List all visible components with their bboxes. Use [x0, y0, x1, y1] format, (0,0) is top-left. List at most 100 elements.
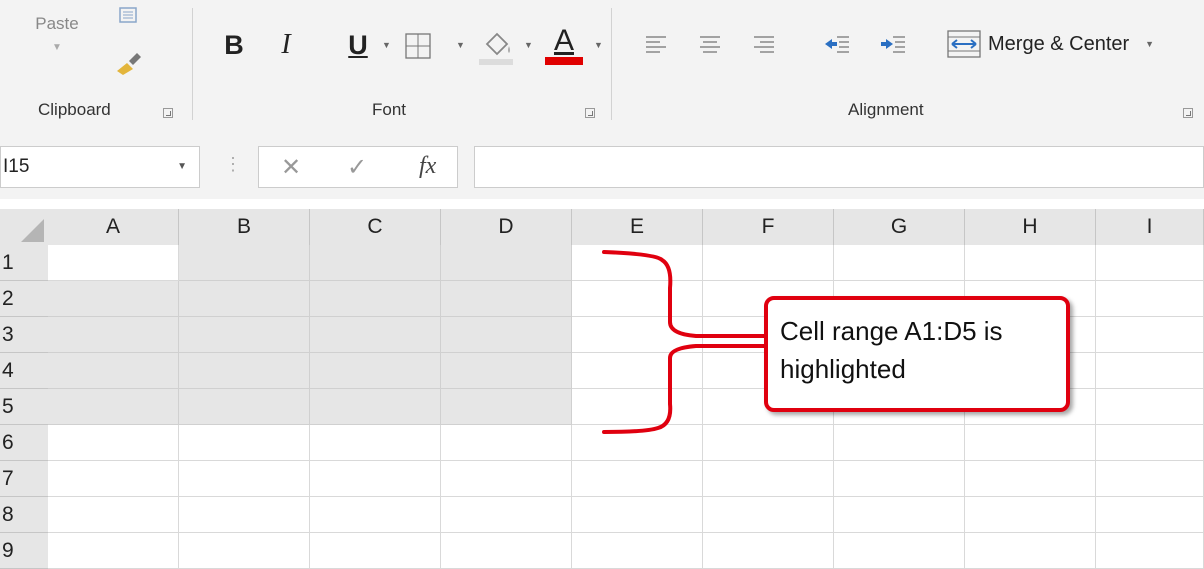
cell-c9[interactable] — [310, 533, 441, 569]
cell-c4[interactable] — [310, 353, 441, 389]
cell-d3[interactable] — [441, 317, 572, 353]
chevron-down-icon[interactable]: ▼ — [524, 40, 533, 50]
enter-icon[interactable]: ✓ — [347, 153, 367, 182]
row-header-7[interactable]: 7 — [0, 461, 48, 497]
cell-a2[interactable] — [48, 281, 179, 317]
cell-a5[interactable] — [48, 389, 179, 425]
cell-c3[interactable] — [310, 317, 441, 353]
insert-function-button[interactable]: fx — [419, 153, 436, 180]
cell-g7[interactable] — [834, 461, 965, 497]
cell-a7[interactable] — [48, 461, 179, 497]
align-center-icon[interactable] — [696, 30, 724, 58]
cell-c2[interactable] — [310, 281, 441, 317]
row-header-5[interactable]: 5 — [0, 389, 48, 425]
align-left-icon[interactable] — [642, 30, 670, 58]
cell-i4[interactable] — [1096, 353, 1204, 389]
column-header-g[interactable]: G — [834, 209, 965, 245]
chevron-down-icon[interactable]: ▼ — [382, 40, 391, 50]
cell-d7[interactable] — [441, 461, 572, 497]
chevron-down-icon[interactable]: ▼ — [456, 40, 465, 50]
row-header-2[interactable]: 2 — [0, 281, 48, 317]
cell-i7[interactable] — [1096, 461, 1204, 497]
cell-i6[interactable] — [1096, 425, 1204, 461]
paste-button[interactable]: Paste ▼ — [22, 14, 92, 74]
cell-b7[interactable] — [179, 461, 310, 497]
row-header-6[interactable]: 6 — [0, 425, 48, 461]
column-header-f[interactable]: F — [703, 209, 834, 245]
merge-center-button[interactable]: Merge & Center ▼ — [946, 26, 1196, 62]
column-header-d[interactable]: D — [441, 209, 572, 245]
cell-g1[interactable] — [834, 245, 965, 281]
cell-g6[interactable] — [834, 425, 965, 461]
row-header-4[interactable]: 4 — [0, 353, 48, 389]
clipboard-icon[interactable] — [112, 4, 144, 26]
cell-a6[interactable] — [48, 425, 179, 461]
cell-c8[interactable] — [310, 497, 441, 533]
cell-b3[interactable] — [179, 317, 310, 353]
cell-i5[interactable] — [1096, 389, 1204, 425]
cell-i9[interactable] — [1096, 533, 1204, 569]
cell-i3[interactable] — [1096, 317, 1204, 353]
cancel-icon[interactable]: ✕ — [281, 153, 301, 182]
row-header-8[interactable]: 8 — [0, 497, 48, 533]
cell-e8[interactable] — [572, 497, 703, 533]
cell-g9[interactable] — [834, 533, 965, 569]
format-painter-icon[interactable] — [110, 46, 146, 80]
bold-button[interactable]: B — [216, 26, 252, 64]
cell-a9[interactable] — [48, 533, 179, 569]
italic-button[interactable]: I — [268, 26, 304, 64]
increase-indent-icon[interactable] — [878, 30, 908, 58]
font-color-button[interactable]: A — [542, 22, 586, 68]
align-right-icon[interactable] — [750, 30, 778, 58]
fill-color-button[interactable] — [474, 24, 518, 68]
column-header-a[interactable]: A — [48, 209, 179, 245]
formula-input[interactable] — [474, 146, 1204, 188]
cell-i2[interactable] — [1096, 281, 1204, 317]
name-box[interactable]: I15 ▼ — [0, 146, 200, 188]
cell-a3[interactable] — [48, 317, 179, 353]
cell-g8[interactable] — [834, 497, 965, 533]
cell-h1[interactable] — [965, 245, 1096, 281]
cell-d8[interactable] — [441, 497, 572, 533]
cell-f8[interactable] — [703, 497, 834, 533]
clipboard-launcher-icon[interactable] — [163, 108, 173, 118]
chevron-down-icon[interactable]: ▼ — [177, 161, 187, 172]
column-header-c[interactable]: C — [310, 209, 441, 245]
column-header-h[interactable]: H — [965, 209, 1096, 245]
cell-c6[interactable] — [310, 425, 441, 461]
cell-b9[interactable] — [179, 533, 310, 569]
cell-f7[interactable] — [703, 461, 834, 497]
row-header-9[interactable]: 9 — [0, 533, 48, 569]
cell-c5[interactable] — [310, 389, 441, 425]
cell-b4[interactable] — [179, 353, 310, 389]
font-launcher-icon[interactable] — [585, 108, 595, 118]
select-all-button[interactable] — [0, 209, 48, 245]
cell-e9[interactable] — [572, 533, 703, 569]
column-header-i[interactable]: I — [1096, 209, 1204, 245]
underline-button[interactable]: U — [340, 26, 376, 64]
cell-d1[interactable] — [441, 245, 572, 281]
alignment-launcher-icon[interactable] — [1183, 108, 1193, 118]
cell-b5[interactable] — [179, 389, 310, 425]
cell-a8[interactable] — [48, 497, 179, 533]
cell-b6[interactable] — [179, 425, 310, 461]
borders-button[interactable] — [398, 28, 438, 64]
cell-h7[interactable] — [965, 461, 1096, 497]
cell-d5[interactable] — [441, 389, 572, 425]
chevron-down-icon[interactable]: ▼ — [594, 40, 603, 50]
cell-d6[interactable] — [441, 425, 572, 461]
row-header-3[interactable]: 3 — [0, 317, 48, 353]
cell-b1[interactable] — [179, 245, 310, 281]
cell-d4[interactable] — [441, 353, 572, 389]
column-header-b[interactable]: B — [179, 209, 310, 245]
cell-e7[interactable] — [572, 461, 703, 497]
cell-c7[interactable] — [310, 461, 441, 497]
cell-h9[interactable] — [965, 533, 1096, 569]
cell-a1[interactable] — [48, 245, 179, 281]
cell-b8[interactable] — [179, 497, 310, 533]
cell-d9[interactable] — [441, 533, 572, 569]
cell-b2[interactable] — [179, 281, 310, 317]
cell-i1[interactable] — [1096, 245, 1204, 281]
decrease-indent-icon[interactable] — [822, 30, 852, 58]
cell-c1[interactable] — [310, 245, 441, 281]
